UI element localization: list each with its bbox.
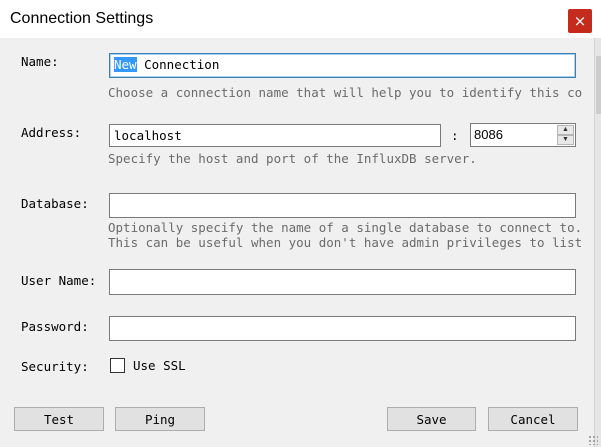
password-input[interactable] [109,316,576,341]
title-bar: Connection Settings × [0,0,601,38]
database-hint-line1: Optionally specify the name of a single … [108,220,583,235]
host-input-text: localhost [114,128,182,143]
scrollbar[interactable] [594,38,601,447]
username-label: User Name: [21,273,97,288]
host-input[interactable]: localhost [109,124,441,147]
cancel-button[interactable]: Cancel [488,407,578,431]
save-button[interactable]: Save [387,407,476,431]
security-label: Security: [21,359,89,374]
address-label: Address: [21,125,82,140]
port-value: 8086 [474,127,503,142]
use-ssl-label[interactable]: Use SSL [133,358,186,373]
ping-button[interactable]: Ping [115,407,205,431]
save-button-label: Save [416,411,447,427]
window-title: Connection Settings [10,10,154,27]
address-hint: Specify the host and port of the InfluxD… [108,151,477,166]
port-spin-buttons: ▲ ▼ [557,125,574,145]
test-button-label: Test [43,411,75,427]
name-label: Name: [21,54,59,69]
username-input[interactable] [109,269,576,295]
host-port-separator: : [451,128,459,143]
test-button[interactable]: Test [14,407,104,431]
name-input[interactable]: New Connection [109,53,576,78]
resize-grip-icon[interactable] [588,435,598,445]
database-label: Database: [21,196,89,211]
ping-button-label: Ping [144,411,176,427]
name-input-selected-text: New [114,57,137,72]
close-button[interactable]: × [568,9,592,33]
database-hint-line2: This can be useful when you don't have a… [108,235,583,250]
spin-up-icon[interactable]: ▲ [557,125,574,135]
scrollbar-thumb[interactable] [596,56,601,114]
password-label: Password: [21,319,89,334]
name-hint: Choose a connection name that will help … [108,85,583,100]
port-spinner[interactable]: 8086 ▲ ▼ [470,123,576,147]
cancel-button-label: Cancel [510,411,556,427]
use-ssl-checkbox[interactable] [110,358,125,373]
close-icon: × [573,12,587,30]
name-input-text: Connection [136,57,220,72]
spin-down-icon[interactable]: ▼ [557,135,574,145]
database-input[interactable] [109,193,576,218]
